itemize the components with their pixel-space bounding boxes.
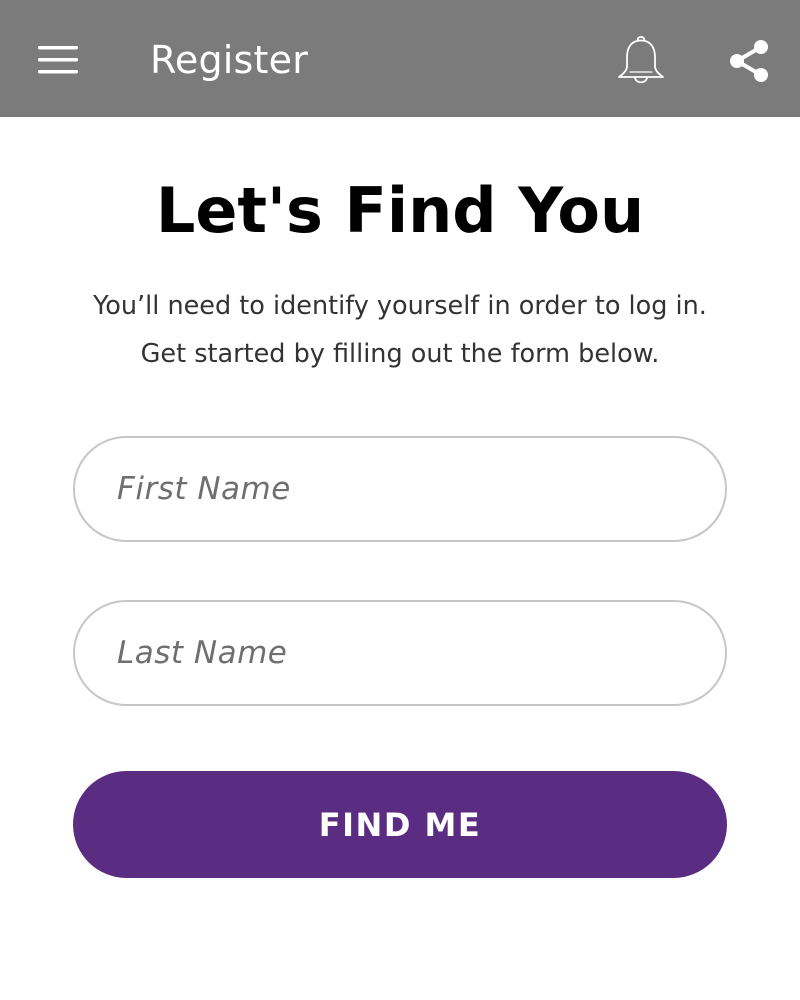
first-name-input[interactable] — [73, 436, 727, 542]
find-me-button[interactable]: FIND ME — [73, 771, 727, 878]
share-icon — [730, 40, 768, 82]
intro-line-1: You’ll need to identify yourself in orde… — [93, 291, 707, 321]
app-bar: Register — [0, 0, 800, 117]
app-title: Register — [150, 38, 309, 82]
hamburger-menu-icon — [38, 46, 78, 74]
page-heading: Let's Find You — [155, 174, 645, 247]
notifications-button[interactable] — [606, 26, 676, 96]
share-button[interactable] — [716, 28, 782, 94]
menu-button[interactable] — [28, 30, 88, 90]
register-screen: Register Let's Find You You’ll need to i… — [0, 0, 800, 1000]
intro-line-2: Get started by filling out the form belo… — [140, 339, 660, 369]
intro-text: You’ll need to identify yourself in orde… — [0, 282, 800, 378]
bell-icon — [618, 36, 664, 84]
last-name-input[interactable] — [73, 600, 727, 706]
